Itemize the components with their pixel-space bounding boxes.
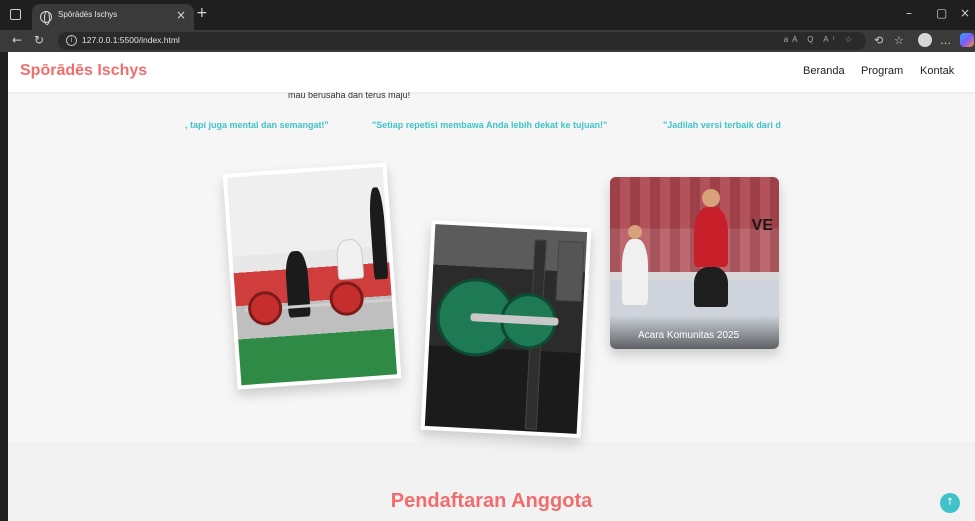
close-window-icon[interactable]: ×: [960, 6, 970, 20]
favorites-icon[interactable]: ☆: [894, 34, 904, 47]
extension-icon[interactable]: ⟲: [874, 34, 883, 47]
right-plate: [328, 280, 365, 317]
quote-2: "Setiap repetisi membawa Anda lebih deka…: [372, 120, 608, 130]
referee-figure: [367, 186, 389, 280]
url-actions[interactable]: aA Q A⁾ ☆: [784, 35, 856, 44]
community-event-photo: VE Acara Komunitas 2025: [610, 177, 779, 349]
site-header: Spōrādēs Ischys Beranda Program Kontak: [8, 52, 975, 92]
left-plate: [246, 290, 284, 327]
coach-head: [628, 225, 642, 239]
globe-icon: [40, 11, 52, 25]
deadlift-photo: [226, 166, 398, 386]
gym-equipment-photo: [424, 224, 588, 434]
gallery-card-2[interactable]: [420, 219, 592, 439]
rack-frame: [555, 240, 585, 302]
quote-3: "Jadilah versi terbaik dari d: [663, 120, 781, 130]
new-tab-icon[interactable]: +: [196, 5, 208, 21]
close-tab-icon[interactable]: ×: [176, 8, 186, 22]
quote-1: , tapi juga mental dan semangat!": [185, 120, 329, 130]
url-box[interactable]: i 127.0.0.1:5500/index.html aA Q A⁾ ☆: [58, 32, 866, 50]
athlete-head: [702, 189, 720, 207]
gallery-card-1[interactable]: [222, 162, 402, 390]
back-icon[interactable]: ←: [12, 33, 22, 47]
backdrop-brand: VE: [751, 217, 773, 234]
nav-program[interactable]: Program: [861, 65, 903, 77]
browser-tabbar: Spōrādēs Ischys × + – ▢ ×: [0, 0, 975, 30]
athlete-legs: [694, 267, 728, 307]
reload-icon[interactable]: ↻: [34, 33, 44, 47]
coach-figure: [622, 239, 648, 305]
url-text[interactable]: 127.0.0.1:5500/index.html: [82, 35, 180, 45]
gallery-card-3[interactable]: VE Acara Komunitas 2025: [610, 177, 779, 349]
more-icon[interactable]: …: [940, 34, 951, 47]
profile-avatar[interactable]: [918, 33, 932, 47]
site-logo[interactable]: Spōrādēs Ischys: [20, 62, 147, 80]
section-title: Pendaftaran Anggota: [390, 490, 593, 512]
address-bar: ← ↻ i 127.0.0.1:5500/index.html aA Q A⁾ …: [0, 30, 975, 52]
spotter-figure: [335, 238, 365, 281]
nav-kontak[interactable]: Kontak: [920, 65, 954, 77]
minimize-icon[interactable]: –: [906, 6, 912, 20]
browser-tab[interactable]: Spōrādēs Ischys ×: [32, 4, 194, 30]
copilot-icon[interactable]: [960, 33, 974, 47]
nav-beranda[interactable]: Beranda: [803, 65, 845, 77]
info-icon[interactable]: i: [66, 35, 77, 46]
athlete-figure: [694, 207, 728, 267]
scroll-top-button[interactable]: ↑: [940, 493, 960, 513]
card-caption: Acara Komunitas 2025: [638, 330, 740, 341]
tab-title: Spōrādēs Ischys: [58, 10, 118, 19]
tab-actions-icon[interactable]: [10, 9, 21, 20]
web-page: Spōrādēs Ischys Beranda Program Kontak m…: [8, 52, 975, 521]
restore-icon[interactable]: ▢: [936, 6, 947, 20]
